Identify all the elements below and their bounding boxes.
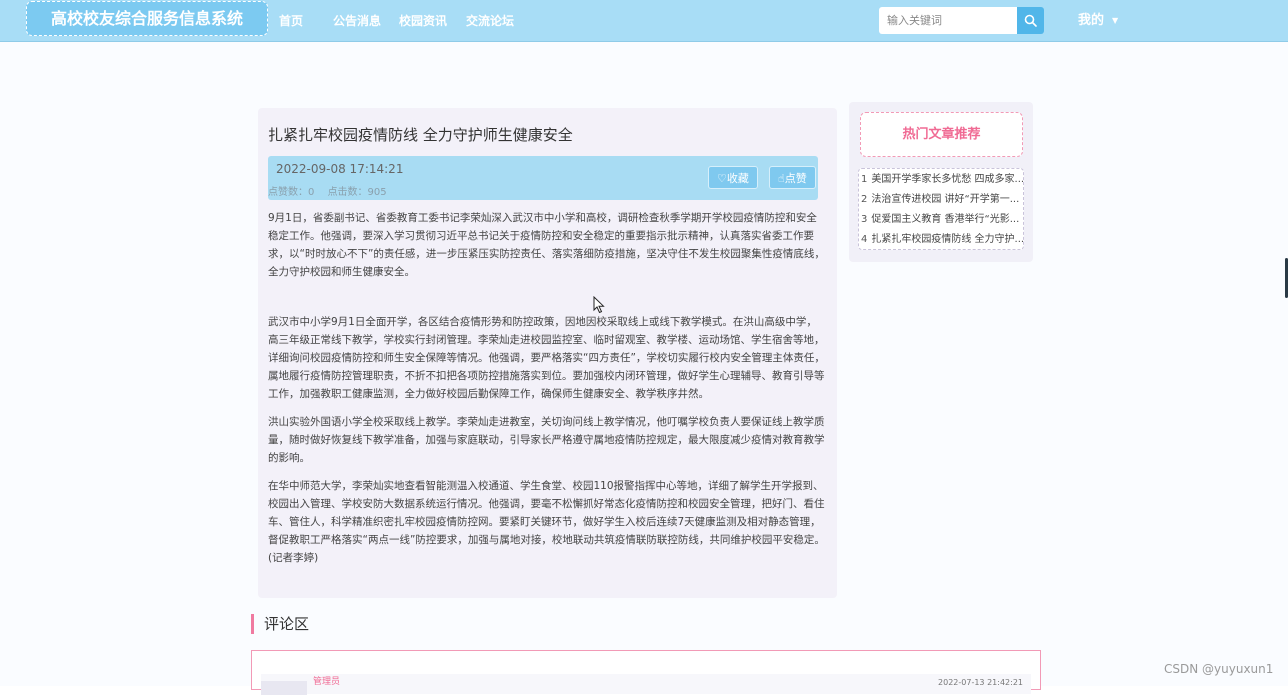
hot-article-rank: 3	[861, 214, 868, 225]
thumbs-up-icon: ☝	[778, 172, 785, 185]
nav-campus-news[interactable]: 校园资讯	[399, 0, 447, 42]
comment-section-heading: 评论区	[251, 614, 309, 634]
csdn-watermark: CSDN @yuyuxun1	[1164, 662, 1274, 676]
hot-article-rank: 2	[861, 194, 868, 205]
article-paragraph: 洪山实验外国语小学全校采取线上教学。李荣灿走进教室，关切询问线上教学情况，他叮嘱…	[268, 416, 825, 464]
heart-icon: ♡	[717, 172, 727, 185]
search-icon	[1024, 14, 1037, 27]
hot-article-link: 美国开学季家长多忧愁 四成多家...	[871, 174, 1023, 185]
article-date: 2022-09-08 17:14:21	[276, 162, 404, 176]
user-menu[interactable]: 我的 ▼	[1078, 0, 1118, 42]
favorite-label: 收藏	[726, 172, 749, 185]
favorite-button[interactable]: ♡收藏	[708, 166, 758, 189]
hot-article-rank: 4	[861, 234, 868, 245]
article-card: 扎紧扎牢校园疫情防线 全力守护师生健康安全 2022-09-08 17:14:2…	[258, 108, 837, 598]
top-navbar: 高校校友综合服务信息系统 首页 公告消息 校园资讯 交流论坛 我的 ▼	[0, 0, 1288, 42]
hot-article-rank: 1	[861, 174, 868, 185]
hot-articles-list: 1 美国开学季家长多忧愁 四成多家... 2 法治宣传进校园 讲好“开学第一... …	[858, 168, 1024, 250]
like-label: 点赞	[784, 172, 807, 185]
hot-article-link: 促爱国主义教育 香港举行“光影...	[871, 214, 1020, 225]
site-logo[interactable]: 高校校友综合服务信息系统	[26, 1, 268, 36]
like-count: 点赞数：0	[268, 187, 315, 198]
hot-articles-panel: 热门文章推荐 1 美国开学季家长多忧愁 四成多家... 2 法治宣传进校园 讲好“开…	[849, 102, 1033, 262]
comment-username: 管理员	[313, 677, 341, 687]
hot-articles-title: 热门文章推荐	[860, 112, 1023, 157]
comment-item: 管理员 2022-07-13 21:42:21	[261, 674, 1031, 695]
nav-forum[interactable]: 交流论坛	[466, 0, 514, 42]
article-meta-bar: 2022-09-08 17:14:21 点赞数：0 点击数：905 ♡收藏 ☝点…	[268, 156, 818, 200]
hot-article-link: 扎紧扎牢校园疫情防线 全力守护...	[871, 234, 1023, 245]
nav-announcements[interactable]: 公告消息	[333, 0, 381, 42]
search-input[interactable]	[879, 7, 1017, 34]
article-paragraph: 9月1日，省委副书记、省委教育工委书记李荣灿深入武汉市中小学和高校，调研检查秋季…	[268, 212, 825, 278]
like-button[interactable]: ☝点赞	[769, 166, 816, 189]
hot-article-item[interactable]: 1 美国开学季家长多忧愁 四成多家...	[859, 170, 1023, 190]
hot-article-item[interactable]: 3 促爱国主义教育 香港举行“光影...	[859, 210, 1023, 230]
search-button[interactable]	[1017, 7, 1044, 34]
article-paragraph: 武汉市中小学9月1日全面开学，各区结合疫情形势和防控政策，因地因校采取线上或线下…	[268, 316, 825, 400]
article-title: 扎紧扎牢校园疫情防线 全力守护师生健康安全	[268, 126, 573, 144]
nav-home[interactable]: 首页	[279, 0, 303, 42]
article-stats: 点赞数：0 点击数：905	[268, 183, 397, 198]
avatar	[261, 681, 307, 695]
hot-article-item[interactable]: 2 法治宣传进校园 讲好“开学第一...	[859, 190, 1023, 210]
chevron-down-icon: ▼	[1112, 15, 1119, 25]
article-body: 9月1日，省委副书记、省委教育工委书记李荣灿深入武汉市中小学和高校，调研检查秋季…	[268, 209, 826, 577]
comment-list: 管理员 2022-07-13 21:42:21	[251, 650, 1041, 695]
click-count: 点击数：905	[327, 187, 387, 198]
user-menu-label: 我的	[1078, 13, 1105, 28]
article-paragraph: 在华中师范大学，李荣灿实地查看智能测温入校通道、学生食堂、校园110报警指挥中心…	[268, 480, 825, 564]
hot-article-link: 法治宣传进校园 讲好“开学第一...	[871, 194, 1020, 205]
hot-article-item[interactable]: 4 扎紧扎牢校园疫情防线 全力守护...	[859, 230, 1023, 250]
mouse-cursor-icon	[593, 296, 605, 314]
